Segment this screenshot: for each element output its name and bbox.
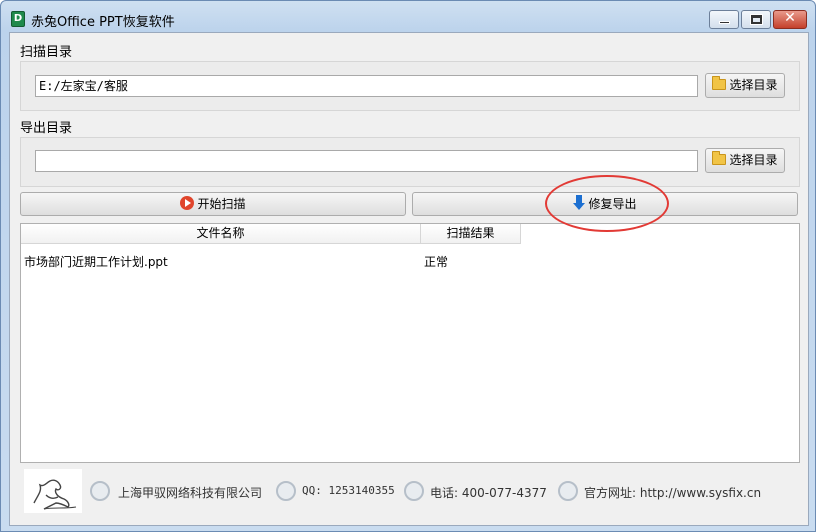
footer: 上海甲驭网络科技有限公司 QQ: 1253140355 电话: 400-077-…: [10, 467, 810, 525]
building-icon: [90, 481, 110, 501]
close-icon: ✕: [784, 10, 796, 26]
row-result: 正常: [424, 255, 449, 269]
horse-logo: [24, 469, 82, 513]
export-dir-input[interactable]: [35, 150, 698, 172]
folder-icon: [712, 76, 727, 90]
title-bar[interactable]: D 赤兔Office PPT恢复软件 ✕: [1, 1, 815, 33]
company-name: 上海甲驭网络科技有限公司: [118, 486, 263, 500]
maximize-icon: [750, 14, 763, 25]
horse-logo-icon: [33, 479, 77, 510]
results-table[interactable]: 文件名称 扫描结果 市场部门近期工作计划.ppt 正常: [20, 223, 800, 463]
export-dir-label: 导出目录: [20, 121, 73, 136]
globe-icon: [558, 481, 578, 501]
minimize-icon: [719, 21, 730, 24]
minimize-button[interactable]: [709, 10, 739, 29]
scan-dir-label: 扫描目录: [20, 45, 73, 60]
qq-number: QQ: 1253140355: [302, 484, 395, 497]
website[interactable]: 官方网址: http://www.sysfix.cn: [584, 484, 761, 501]
export-dir-group: 选择目录: [20, 137, 800, 187]
scan-dir-browse-label: 选择目录: [729, 78, 778, 92]
row-filename: 市场部门近期工作计划.ppt: [24, 255, 168, 269]
scan-dir-browse-button[interactable]: 选择目录: [705, 73, 785, 98]
phone-number: 电话: 400-077-4377: [430, 486, 547, 500]
scan-dir-group: E:/左家宝/客服 选择目录: [20, 61, 800, 111]
close-button[interactable]: ✕: [773, 10, 807, 29]
start-scan-label: 开始扫描: [197, 197, 246, 211]
qq-icon: [276, 481, 296, 501]
app-window: D 赤兔Office PPT恢复软件 ✕ 扫描目录 E:/左家宝/客服 选择目录…: [0, 0, 816, 532]
app-logo-icon: D: [11, 11, 25, 27]
window-title: 赤兔Office PPT恢复软件: [31, 15, 175, 30]
folder-icon: [712, 151, 727, 165]
highlight-annotation-ellipse: [545, 175, 669, 232]
column-header-result[interactable]: 扫描结果: [421, 224, 521, 244]
play-icon: [180, 196, 195, 210]
main-panel: 扫描目录 E:/左家宝/客服 选择目录 导出目录 选择目录 开始扫描 修复导出 …: [9, 32, 809, 526]
phone-icon: [404, 481, 424, 501]
column-header-filename[interactable]: 文件名称: [21, 224, 421, 244]
start-scan-button[interactable]: 开始扫描: [20, 192, 406, 216]
maximize-button[interactable]: [741, 10, 771, 29]
export-dir-browse-button[interactable]: 选择目录: [705, 148, 785, 173]
export-dir-browse-label: 选择目录: [729, 153, 778, 167]
scan-dir-input[interactable]: E:/左家宝/客服: [35, 75, 698, 97]
